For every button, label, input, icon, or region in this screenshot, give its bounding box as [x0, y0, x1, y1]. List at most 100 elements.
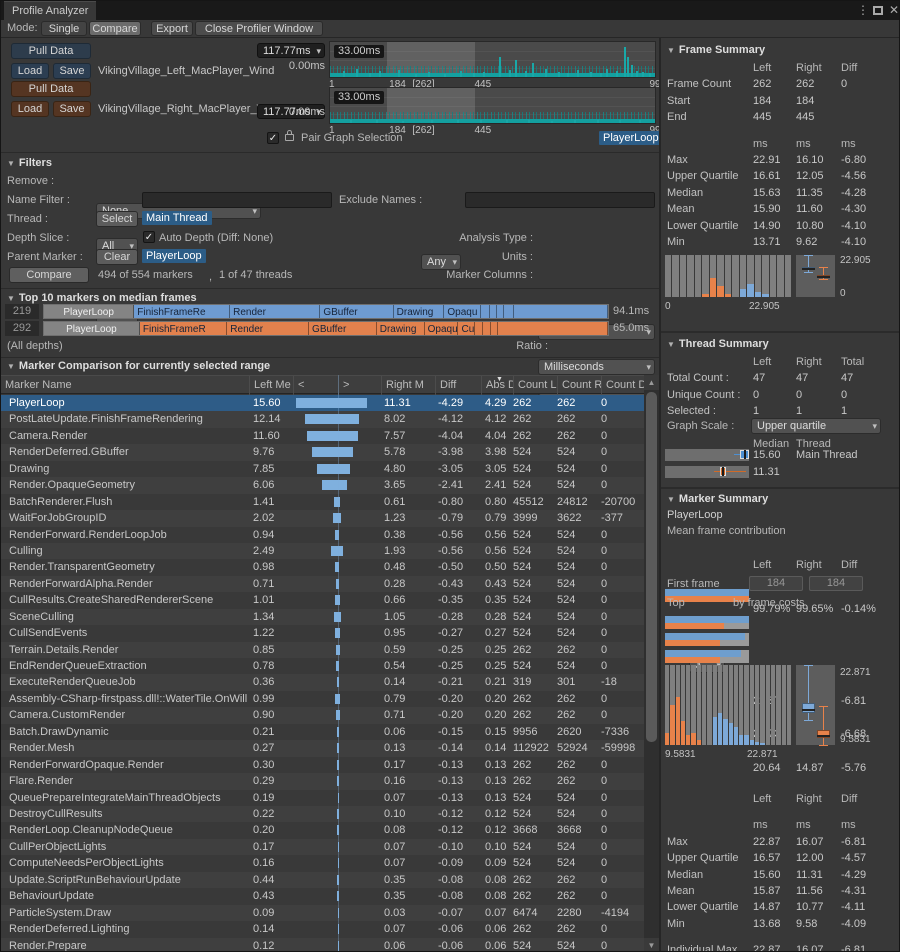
- table-row[interactable]: Render.Prepare0.120.06-0.060.065245240: [1, 938, 644, 952]
- table-row[interactable]: Camera.CustomRender0.900.71-0.200.202622…: [1, 707, 644, 723]
- table-row[interactable]: Assembly-CSharp-firstpass.dll!::WaterTil…: [1, 691, 644, 707]
- comparison-table-header[interactable]: Marker NameLeft Me<>Right MDiffAbs Diff▼…: [1, 375, 644, 394]
- table-row[interactable]: Terrain.Details.Render0.850.59-0.250.252…: [1, 642, 644, 658]
- marker-segment[interactable]: [504, 305, 514, 318]
- frame-summary-header[interactable]: ▼Frame Summary: [667, 44, 765, 56]
- parent-clear-button[interactable]: Clear: [96, 249, 138, 265]
- mode-single-button[interactable]: Single: [41, 21, 87, 36]
- mode-compare-button[interactable]: Compare: [89, 21, 141, 36]
- save-right-button[interactable]: Save: [53, 101, 91, 117]
- column-header-right-m[interactable]: Right M: [381, 376, 435, 395]
- column-header-abs-diff[interactable]: Abs Diff▼: [481, 376, 513, 395]
- marker-segment[interactable]: [498, 322, 608, 335]
- right-frame-timeline-graph[interactable]: 33.00ms: [329, 87, 656, 124]
- marker-segment[interactable]: Render: [227, 322, 309, 335]
- table-row[interactable]: RenderLoop.CleanupNodeQueue0.200.08-0.12…: [1, 822, 644, 838]
- column-header-diff[interactable]: Diff: [435, 376, 481, 395]
- column-header-count-r[interactable]: Count R: [557, 376, 601, 395]
- load-left-button[interactable]: Load: [11, 63, 49, 79]
- table-row[interactable]: Update.ScriptRunBehaviourUpdate0.440.35-…: [1, 872, 644, 888]
- top10-marker-bar[interactable]: PlayerLoopFinishFrameRRenderGBufferDrawi…: [43, 321, 609, 336]
- marker-segment[interactable]: GBuffer: [309, 322, 377, 335]
- thread-select-button[interactable]: Select: [96, 211, 138, 227]
- table-row[interactable]: DestroyCullResults0.220.10-0.120.1252452…: [1, 806, 644, 822]
- marker-segment[interactable]: Cu: [458, 322, 475, 335]
- name-filter-input[interactable]: [142, 192, 332, 208]
- table-row[interactable]: WaitForJobGroupID2.021.23-0.790.79399936…: [1, 510, 644, 526]
- table-scrollbar[interactable]: ▲ ▼: [644, 375, 659, 952]
- column-header-count-l[interactable]: Count L: [513, 376, 557, 395]
- table-row[interactable]: ExecuteRenderQueueJob0.360.14-0.210.2131…: [1, 674, 644, 690]
- column-header-marker-name[interactable]: Marker Name: [1, 376, 249, 395]
- auto-depth-checkbox[interactable]: ✓: [143, 231, 155, 243]
- top10-header[interactable]: ▼Top 10 markers on median frames: [7, 292, 197, 304]
- marker-summary-header[interactable]: ▼Marker Summary: [667, 493, 768, 505]
- close-icon[interactable]: ✕: [889, 3, 899, 17]
- pull-data-right-button[interactable]: Pull Data: [11, 81, 91, 97]
- marker-segment[interactable]: [490, 305, 497, 318]
- table-row[interactable]: Culling2.491.93-0.560.565245240: [1, 543, 644, 559]
- marker-segment[interactable]: [491, 322, 498, 335]
- units-dropdown[interactable]: Milliseconds▾: [538, 359, 655, 375]
- column-header--[interactable]: <: [293, 376, 338, 395]
- table-row[interactable]: SceneCulling1.341.05-0.280.285245240: [1, 609, 644, 625]
- table-row[interactable]: BatchRenderer.Flush1.410.61-0.800.804551…: [1, 494, 644, 510]
- marker-segment[interactable]: [483, 322, 490, 335]
- marker-segment[interactable]: Opaqu: [425, 322, 459, 335]
- top10-marker-bar[interactable]: PlayerLoopFinishFrameReRenderGBufferDraw…: [43, 304, 609, 319]
- lock-icon[interactable]: [285, 134, 294, 141]
- table-row[interactable]: EndRenderQueueExtraction0.780.54-0.250.2…: [1, 658, 644, 674]
- first-frame-left-button[interactable]: 184: [749, 576, 803, 591]
- first-frame-right-button[interactable]: 184: [809, 576, 863, 591]
- table-row[interactable]: RenderDeferred.Lighting0.140.07-0.060.06…: [1, 921, 644, 937]
- compare-button[interactable]: Compare: [9, 267, 89, 283]
- table-row[interactable]: RenderForwardAlpha.Render0.710.28-0.430.…: [1, 576, 644, 592]
- marker-segment[interactable]: [481, 305, 490, 318]
- table-row[interactable]: Batch.DrawDynamic0.210.06-0.150.15995626…: [1, 724, 644, 740]
- marker-comparison-header[interactable]: ▼Marker Comparison for currently selecte…: [7, 360, 270, 372]
- close-profiler-window-button[interactable]: Close Profiler Window: [195, 21, 323, 36]
- table-row[interactable]: Flare.Render0.290.16-0.130.132622620: [1, 773, 644, 789]
- thread-usage-track[interactable]: [665, 466, 749, 478]
- table-row[interactable]: Drawing7.854.80-3.053.055245240: [1, 461, 644, 477]
- kebab-menu-icon[interactable]: ⋮: [857, 3, 869, 17]
- scroll-up-icon[interactable]: ▲: [644, 375, 659, 390]
- table-row[interactable]: PlayerLoop15.6011.31-4.294.292622620: [1, 395, 644, 411]
- marker-segment[interactable]: FinishFrameRe: [134, 305, 230, 318]
- table-row[interactable]: CullSendEvents1.220.95-0.270.275245240: [1, 625, 644, 641]
- export-button[interactable]: Export: [151, 21, 193, 36]
- table-row[interactable]: Camera.Render11.607.57-4.044.042622620: [1, 428, 644, 444]
- marker-segment[interactable]: GBuffer: [320, 305, 393, 318]
- load-right-button[interactable]: Load: [11, 101, 49, 117]
- column-header--[interactable]: >: [338, 376, 381, 395]
- thread-summary-header[interactable]: ▼Thread Summary: [667, 338, 769, 350]
- marker-segment[interactable]: Drawing: [394, 305, 445, 318]
- table-row[interactable]: PostLateUpdate.FinishFrameRendering12.14…: [1, 411, 644, 427]
- marker-segment[interactable]: Render: [230, 305, 320, 318]
- table-row[interactable]: BehaviourUpdate0.430.35-0.080.082622620: [1, 888, 644, 904]
- marker-segment[interactable]: [514, 305, 608, 318]
- column-header-count-d[interactable]: Count D: [601, 376, 644, 395]
- graph-scale-dropdown[interactable]: Upper quartile▾: [751, 418, 881, 434]
- table-row[interactable]: CullResults.CreateSharedRendererScene1.0…: [1, 592, 644, 608]
- marker-segment[interactable]: PlayerLoop: [44, 305, 134, 318]
- column-header-left-me[interactable]: Left Me: [249, 376, 293, 395]
- table-row[interactable]: RenderDeferred.GBuffer9.765.78-3.983.985…: [1, 444, 644, 460]
- pair-graph-checkbox[interactable]: ✓: [267, 132, 279, 144]
- table-row[interactable]: Render.OpaqueGeometry6.063.65-2.412.4152…: [1, 477, 644, 493]
- thread-usage-track[interactable]: [665, 449, 749, 461]
- maximize-icon[interactable]: [873, 6, 883, 15]
- table-row[interactable]: Render.Mesh0.270.13-0.140.1411292252924-…: [1, 740, 644, 756]
- filters-header[interactable]: ▼Filters: [7, 157, 52, 169]
- left-scale-dropdown[interactable]: 117.77ms▾: [257, 43, 325, 58]
- marker-segment[interactable]: PlayerLoop: [44, 322, 140, 335]
- exclude-mode-dropdown[interactable]: Any▾: [421, 254, 461, 270]
- table-row[interactable]: CullPerObjectLights0.170.07-0.100.105245…: [1, 839, 644, 855]
- marker-segment[interactable]: Drawing: [377, 322, 425, 335]
- scroll-down-icon[interactable]: ▼: [644, 938, 659, 952]
- table-row[interactable]: ParticleSystem.Draw0.090.03-0.070.076474…: [1, 905, 644, 921]
- marker-segment[interactable]: [497, 305, 504, 318]
- marker-segment[interactable]: [475, 322, 483, 335]
- table-row[interactable]: RenderForwardOpaque.Render0.300.17-0.130…: [1, 757, 644, 773]
- tab-profile-analyzer[interactable]: Profile Analyzer: [4, 1, 96, 20]
